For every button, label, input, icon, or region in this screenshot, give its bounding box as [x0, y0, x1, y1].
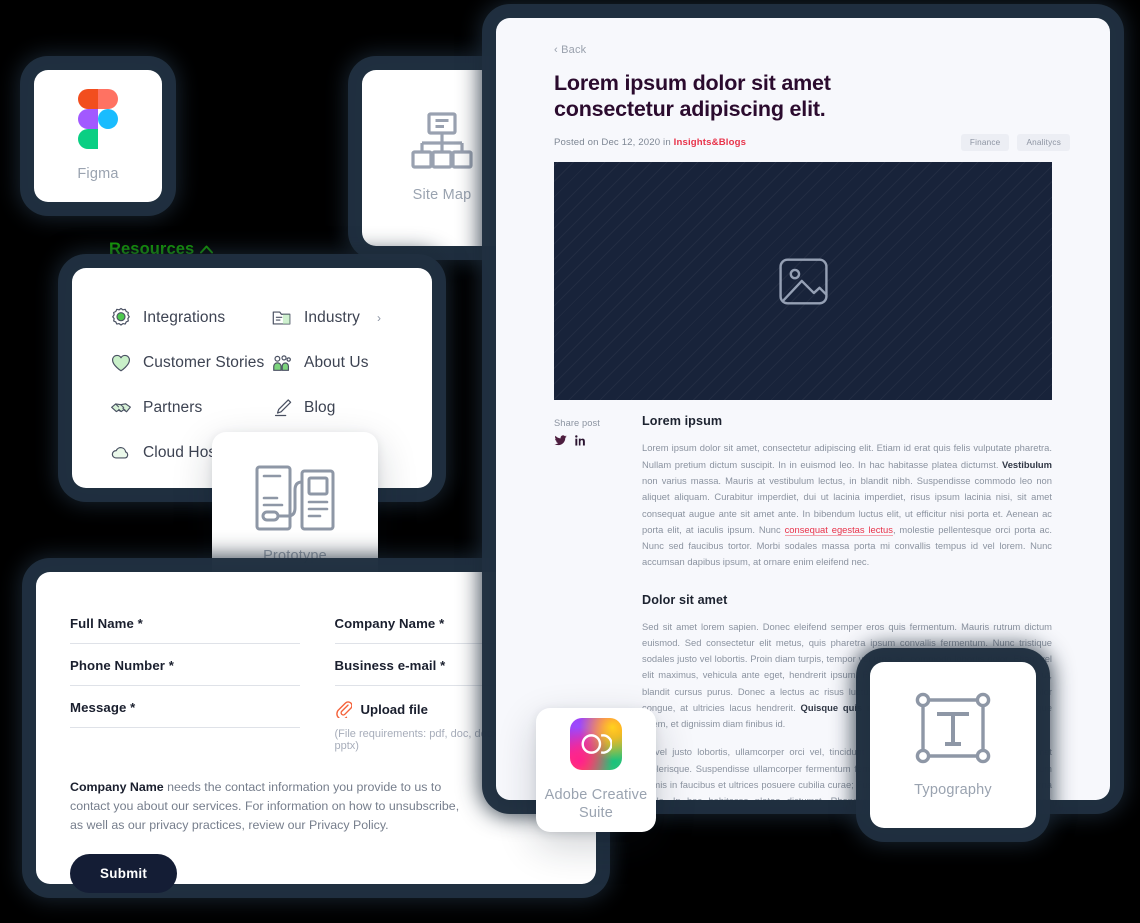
menu-item-label: Partners: [143, 399, 203, 416]
resources-heading-label: Resources: [109, 240, 195, 258]
menu-item-blog[interactable]: Blog: [271, 394, 432, 422]
article-tag-list: Finance Analitycs: [960, 134, 1070, 152]
menu-item-label: Cloud Host: [143, 444, 221, 461]
article-category-link[interactable]: Insights&Blogs: [674, 137, 746, 148]
privacy-notice: Company Name needs the contact informati…: [70, 778, 465, 836]
field-underline: [70, 643, 300, 644]
paperclip-icon: [335, 701, 352, 718]
menu-item-customer-stories[interactable]: Customer Stories: [110, 349, 271, 377]
para-link[interactable]: consequat egestas lectus: [784, 523, 893, 536]
tile-card-typography[interactable]: Typography: [870, 662, 1036, 828]
field-full-name[interactable]: Full Name *: [70, 610, 300, 644]
section-heading: Lorem ipsum: [642, 414, 723, 429]
field-message[interactable]: Message *: [70, 694, 300, 752]
cloud-icon: [111, 447, 129, 459]
article-title: Lorem ipsum dolor sit amet consectetur a…: [554, 71, 831, 122]
handshake-icon: [111, 403, 131, 413]
article-posted-prefix: Posted on Dec 12, 2020 in: [554, 137, 674, 149]
chevron-up-icon: [200, 245, 214, 254]
back-link[interactable]: ‹ Back: [554, 44, 1070, 56]
field-underline: [70, 685, 300, 686]
privacy-company-name: Company Name: [70, 780, 164, 794]
image-placeholder-icon: [778, 258, 828, 305]
linkedin-icon[interactable]: [575, 435, 586, 446]
menu-item-partners[interactable]: Partners: [110, 394, 271, 422]
article-meta: Posted on Dec 12, 2020 in Insights&Blogs: [554, 137, 746, 148]
menu-item-industry[interactable]: Industry ›: [271, 304, 432, 332]
article-header: ‹ Back Lorem ipsum dolor sit amet consec…: [496, 18, 1110, 152]
tile-label-sitemap: Site Map: [412, 186, 472, 203]
para-bold: Quisque quis: [800, 701, 863, 713]
tile-label-typography: Typography: [914, 781, 992, 798]
menu-item-label: Blog: [304, 399, 336, 416]
tile-card-adobe-creative-suite[interactable]: Adobe Creative Suite: [536, 708, 656, 832]
field-label: Phone Number *: [70, 658, 174, 673]
tile-label-adobe: Adobe Creative Suite: [544, 786, 648, 821]
section-heading: Dolor sit amet: [642, 592, 728, 607]
section-paragraph: Lorem ipsum dolor sit amet, consectetur …: [642, 440, 1052, 570]
tile-card-figma[interactable]: Figma: [34, 70, 162, 202]
para-part-1: Lorem ipsum dolor sit amet, consectetur …: [642, 442, 1052, 470]
tile-label-prototype: Prototype: [263, 547, 327, 564]
figma-logo-icon: [78, 88, 118, 149]
menu-item-about-us[interactable]: About Us: [271, 349, 432, 377]
share-icon-row: [554, 435, 616, 446]
tag-finance[interactable]: Finance: [960, 134, 1010, 152]
menu-item-label: Industry: [304, 309, 360, 326]
upload-file-label: Upload file: [360, 701, 428, 717]
sitemap-icon: [411, 112, 473, 169]
share-post-label: Share post: [554, 418, 600, 429]
field-phone-number[interactable]: Phone Number *: [70, 652, 300, 686]
folder-icon: [272, 311, 291, 325]
field-label: Message *: [70, 700, 136, 715]
typography-icon: [915, 692, 991, 764]
field-underline: [70, 727, 300, 728]
people-group-icon: [273, 355, 291, 371]
menu-item-label: Customer Stories: [143, 354, 265, 371]
adobe-creative-cloud-icon: [570, 717, 622, 770]
heart-icon: [111, 354, 131, 372]
resources-heading[interactable]: Resources: [109, 240, 214, 259]
para-bold: Vestibulum: [1001, 458, 1052, 470]
tile-label-figma: Figma: [77, 165, 119, 182]
menu-item-label: About Us: [304, 354, 369, 371]
form-field-grid: Full Name * Company Name * Phone Number …: [70, 610, 564, 752]
menu-item-integrations[interactable]: Integrations: [110, 304, 271, 332]
article-hero-image: [554, 162, 1052, 401]
menu-item-label: Integrations: [143, 309, 226, 326]
tag-analitycs[interactable]: Analitycs: [1017, 134, 1070, 152]
field-label: Full Name *: [70, 616, 143, 631]
screen-root: Figma Site Map Resources Integrations In…: [0, 0, 1140, 923]
twitter-icon[interactable]: [554, 435, 567, 446]
prototype-icon: [255, 465, 335, 531]
submit-button[interactable]: Submit: [70, 853, 178, 893]
chevron-right-icon: ›: [376, 311, 382, 325]
article-meta-row: Posted on Dec 12, 2020 in Insights&Blogs…: [554, 134, 1070, 152]
gear-badge-icon: [112, 307, 130, 326]
pen-icon: [274, 399, 292, 417]
article-section-1: Lorem ipsum Lorem ipsum dolor sit amet, …: [642, 414, 1052, 570]
